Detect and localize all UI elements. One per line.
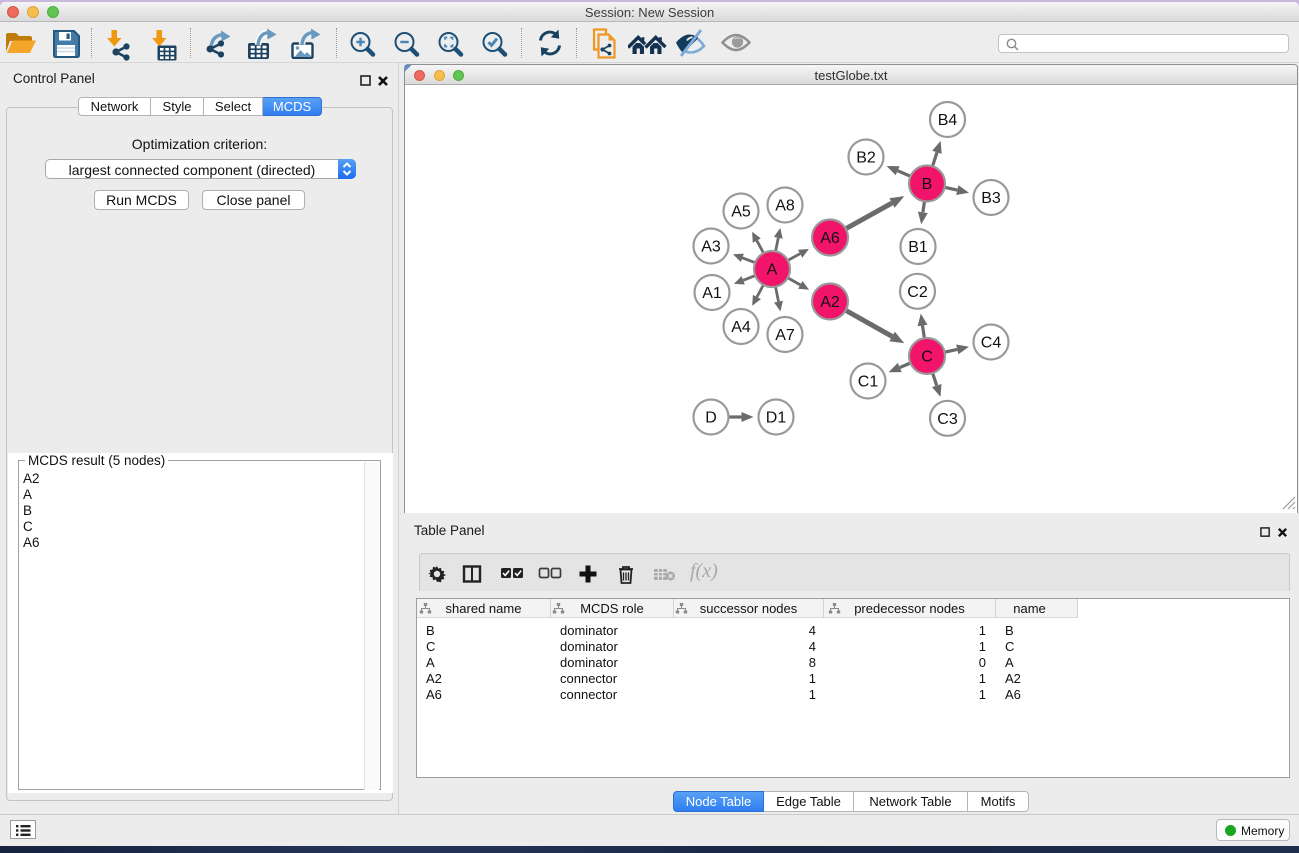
svg-text:A: A	[767, 262, 778, 279]
svg-text:C3: C3	[937, 411, 958, 428]
svg-text:B4: B4	[938, 112, 958, 129]
svg-text:A1: A1	[702, 285, 722, 302]
svg-text:C4: C4	[981, 335, 1002, 352]
svg-text:D: D	[705, 410, 717, 427]
svg-text:A7: A7	[775, 327, 795, 344]
svg-text:A8: A8	[775, 198, 795, 215]
svg-text:A3: A3	[701, 239, 721, 256]
svg-text:A6: A6	[820, 230, 840, 247]
svg-text:B2: B2	[856, 150, 876, 167]
svg-text:B3: B3	[981, 190, 1001, 207]
svg-text:B: B	[922, 176, 933, 193]
svg-text:D1: D1	[766, 410, 787, 427]
svg-text:C2: C2	[907, 284, 928, 301]
svg-text:A5: A5	[731, 204, 751, 221]
svg-text:A2: A2	[820, 294, 840, 311]
svg-text:C: C	[921, 349, 933, 366]
svg-text:B1: B1	[908, 239, 928, 256]
svg-text:C1: C1	[858, 374, 879, 391]
svg-text:A4: A4	[731, 319, 751, 336]
